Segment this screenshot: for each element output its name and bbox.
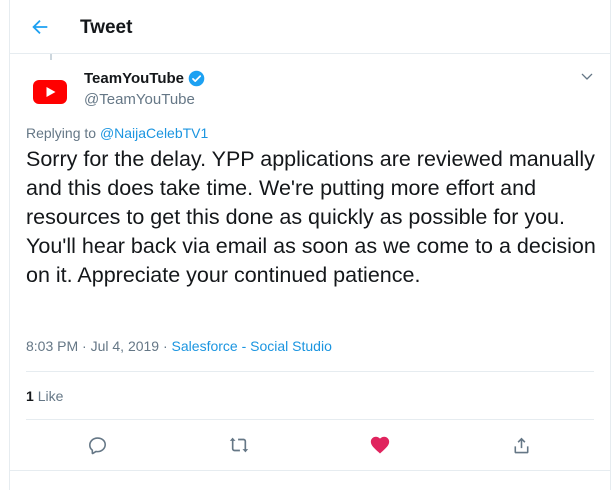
replying-to-handle-link[interactable]: @NaijaCelebTV1 [100, 125, 208, 141]
like-button[interactable] [363, 428, 397, 462]
divider [26, 371, 594, 372]
replying-to: Replying to @NaijaCelebTV1 [26, 125, 208, 141]
chevron-down-icon [581, 73, 593, 80]
likes-count-link[interactable]: 1 Like [26, 388, 63, 404]
thread-connector-line [50, 54, 52, 60]
replying-to-prefix: Replying to [26, 125, 97, 141]
tweet-text: Sorry for the delay. YPP applications ar… [26, 147, 596, 287]
reply-button[interactable] [80, 428, 114, 462]
page-title: Tweet [80, 17, 133, 38]
tweet-actions-bar [10, 428, 610, 462]
meta-separator: · [78, 338, 91, 354]
youtube-logo-icon [33, 80, 67, 104]
back-button[interactable] [27, 14, 53, 40]
retweet-icon [229, 437, 249, 453]
avatar[interactable] [26, 68, 74, 116]
reply-icon [88, 436, 106, 454]
divider [10, 470, 610, 471]
tweet-time[interactable]: 8:03 PM [26, 338, 78, 354]
retweet-button[interactable] [222, 428, 256, 462]
share-icon [514, 437, 528, 453]
arrow-left-icon [32, 19, 48, 35]
author-handle[interactable]: @TeamYouTube [84, 91, 195, 108]
like-label: Like [37, 388, 64, 404]
tweet-date[interactable]: Jul 4, 2019 [91, 338, 160, 354]
tweet-source-link[interactable]: Salesforce - Social Studio [172, 338, 332, 354]
tweet-detail-panel: Tweet TeamYouTube @TeamYouTube Replying … [9, 0, 611, 490]
meta-separator: · [159, 338, 172, 354]
author-display-name[interactable]: TeamYouTube [84, 70, 184, 87]
verified-badge-icon [188, 70, 205, 87]
tweet-metadata: 8:03 PM · Jul 4, 2019 · Salesforce - Soc… [26, 338, 332, 354]
more-options-button[interactable] [576, 66, 598, 88]
share-button[interactable] [504, 428, 538, 462]
author-name-row: TeamYouTube [84, 70, 205, 87]
page-header: Tweet [10, 0, 610, 54]
like-count: 1 [26, 388, 34, 404]
divider [26, 419, 594, 420]
heart-icon [370, 436, 390, 454]
